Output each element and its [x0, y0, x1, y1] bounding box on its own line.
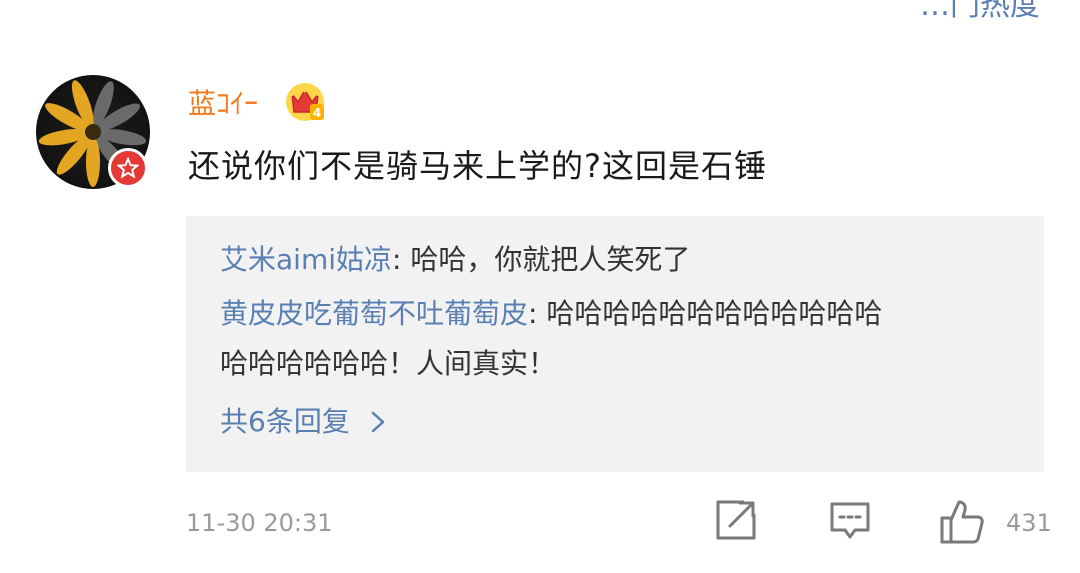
reply-author[interactable]: 黄皮皮吃葡萄不吐葡萄皮	[220, 297, 528, 330]
reply-separator: :	[392, 243, 411, 276]
more-replies-link[interactable]: 共6条回复	[220, 402, 390, 442]
top-partial-text: …门热度	[920, 0, 1040, 23]
reply-text-continued: 哈哈哈哈哈哈！人间真实！	[220, 344, 556, 384]
username[interactable]: 蓝ｺｲｰ	[188, 86, 258, 122]
reply-item[interactable]: 黄皮皮吃葡萄不吐葡萄皮: 哈哈哈哈哈哈哈哈哈哈哈哈	[220, 294, 882, 334]
chevron-right-icon	[371, 411, 385, 433]
crown-icon: 4	[283, 80, 327, 122]
share-icon[interactable]	[714, 498, 762, 546]
verified-star-icon	[108, 148, 148, 188]
like-count: 431	[1006, 509, 1052, 537]
reply-author[interactable]: 艾米aimi姑凉	[220, 243, 392, 276]
like-icon[interactable]	[938, 498, 986, 546]
more-replies-label: 共6条回复	[220, 405, 350, 438]
reply-text: 哈哈哈哈哈哈！人间真实！	[220, 347, 557, 380]
reply-text: 哈哈，你就把人笑死了	[410, 243, 691, 276]
timestamp: 11-30 20:31	[186, 509, 333, 537]
reply-separator: :	[528, 297, 547, 330]
comment-icon[interactable]	[828, 498, 876, 546]
reply-box[interactable]: 艾米aimi姑凉: 哈哈，你就把人笑死了 黄皮皮吃葡萄不吐葡萄皮: 哈哈哈哈哈哈…	[186, 216, 1044, 472]
reply-item[interactable]: 艾米aimi姑凉: 哈哈，你就把人笑死了	[220, 240, 690, 280]
badge-level: 4	[313, 106, 321, 120]
reply-text: 哈哈哈哈哈哈哈哈哈哈哈哈	[546, 297, 883, 330]
comment-text: 还说你们不是骑马来上学的?这回是石锤	[188, 147, 767, 185]
